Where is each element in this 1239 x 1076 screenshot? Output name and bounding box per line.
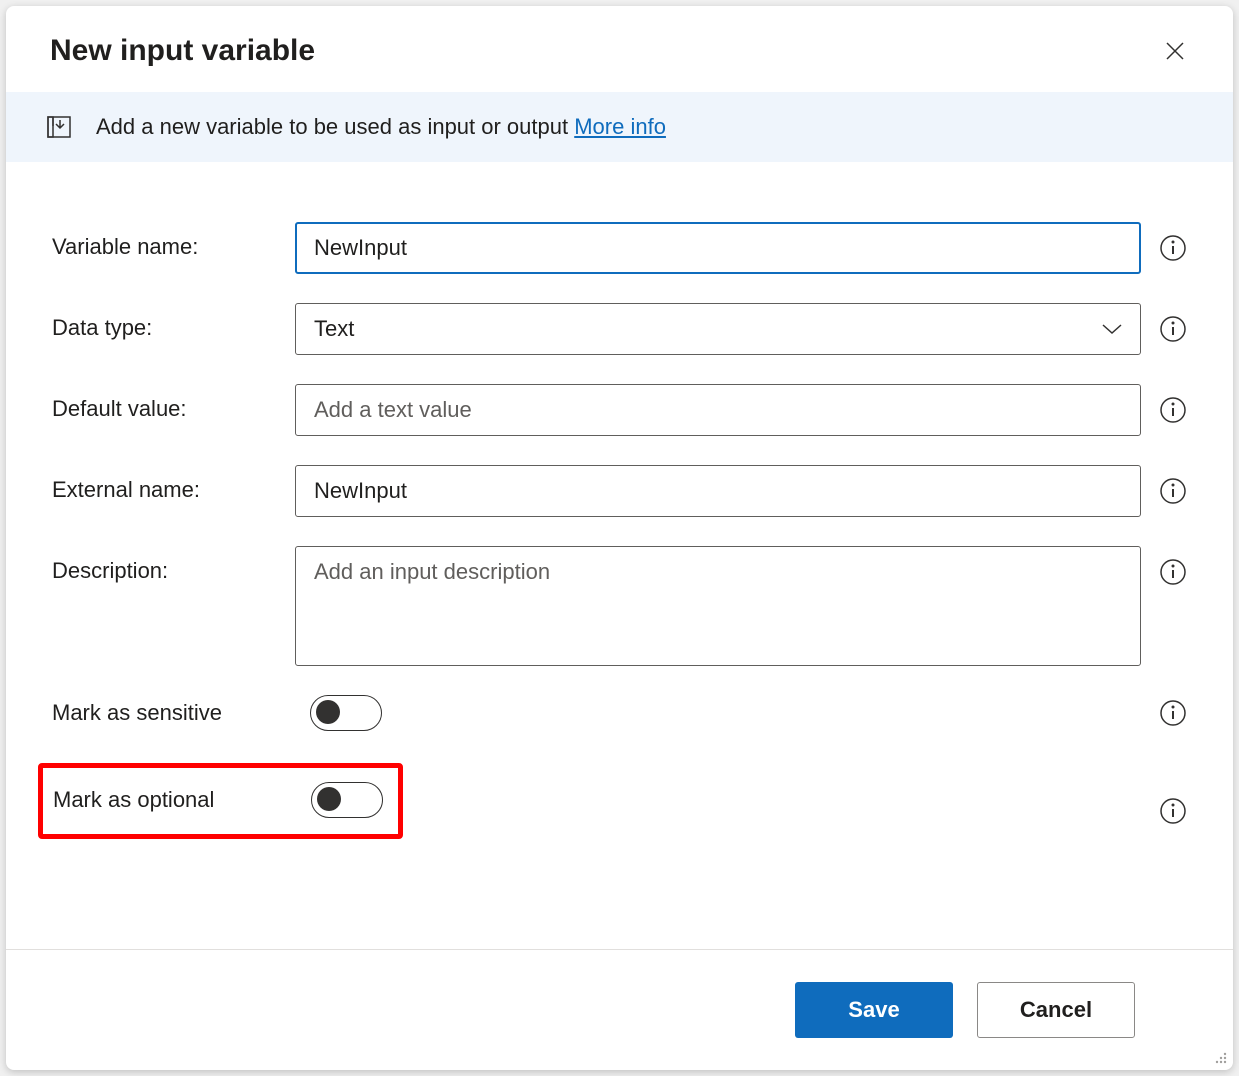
data-type-row: Data type: Text	[52, 303, 1187, 355]
mark-optional-container: Mark as optional	[52, 763, 1187, 859]
variable-name-row: Variable name:	[52, 222, 1187, 274]
external-name-label: External name:	[52, 465, 295, 503]
mark-sensitive-toggle[interactable]	[310, 695, 382, 731]
info-icon[interactable]	[1159, 797, 1187, 825]
external-name-row: External name:	[52, 465, 1187, 517]
resize-grip-icon[interactable]	[1211, 1048, 1229, 1066]
save-button[interactable]: Save	[795, 982, 953, 1038]
data-type-label: Data type:	[52, 303, 295, 341]
info-icon[interactable]	[1159, 315, 1187, 343]
info-banner: Add a new variable to be used as input o…	[6, 92, 1233, 162]
default-value-label: Default value:	[52, 384, 295, 422]
description-textarea[interactable]	[295, 546, 1141, 666]
close-button[interactable]	[1161, 37, 1189, 65]
dialog-header: New input variable	[6, 6, 1233, 92]
input-variable-icon	[46, 114, 72, 140]
mark-sensitive-row: Mark as sensitive	[52, 695, 1187, 731]
dialog-footer: Save Cancel	[6, 949, 1233, 1070]
info-icon[interactable]	[1159, 558, 1187, 586]
variable-name-input[interactable]	[295, 222, 1141, 274]
info-icon[interactable]	[1159, 699, 1187, 727]
default-value-input[interactable]	[295, 384, 1141, 436]
toggle-knob	[316, 700, 340, 724]
close-icon	[1165, 41, 1185, 61]
variable-name-label: Variable name:	[52, 222, 295, 260]
more-info-link[interactable]: More info	[574, 114, 666, 139]
mark-optional-label: Mark as optional	[53, 787, 311, 813]
mark-optional-row: Mark as optional	[53, 782, 388, 818]
data-type-select[interactable]: Text	[295, 303, 1141, 355]
mark-optional-toggle[interactable]	[311, 782, 383, 818]
highlight-box: Mark as optional	[38, 763, 403, 839]
info-icon[interactable]	[1159, 396, 1187, 424]
form-area: Variable name: Data type: Text	[6, 162, 1233, 949]
default-value-row: Default value:	[52, 384, 1187, 436]
new-input-variable-dialog: New input variable Add a new variable to…	[6, 6, 1233, 1070]
banner-text: Add a new variable to be used as input o…	[96, 114, 666, 140]
description-row: Description:	[52, 546, 1187, 666]
cancel-button[interactable]: Cancel	[977, 982, 1135, 1038]
info-icon[interactable]	[1159, 234, 1187, 262]
info-icon[interactable]	[1159, 477, 1187, 505]
mark-sensitive-label: Mark as sensitive	[52, 700, 310, 726]
description-label: Description:	[52, 546, 295, 584]
external-name-input[interactable]	[295, 465, 1141, 517]
toggle-knob	[317, 787, 341, 811]
dialog-title: New input variable	[50, 34, 315, 68]
